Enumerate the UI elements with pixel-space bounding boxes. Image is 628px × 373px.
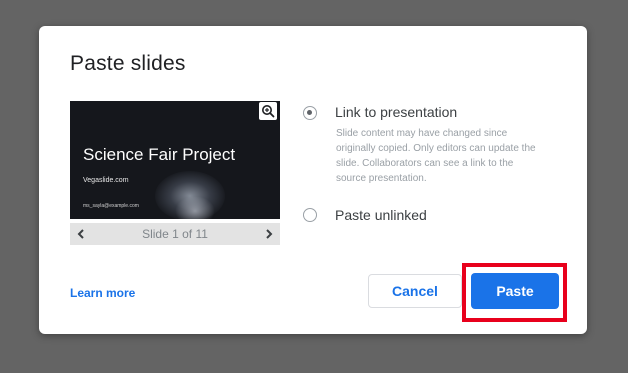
link-to-presentation-radio[interactable] [303,106,317,120]
paste-unlinked-label[interactable]: Paste unlinked [335,207,427,223]
slide-counter: Slide 1 of 11 [142,227,208,241]
paste-button[interactable]: Paste [471,273,559,309]
link-to-presentation-label[interactable]: Link to presentation [335,104,457,120]
link-to-presentation-description: Slide content may have changed since ori… [336,128,536,184]
slide-preview: Science Fair Project Vegaslide.com ms_sa… [70,101,280,219]
preview-slide-subtitle: Vegaslide.com [83,177,129,184]
paste-slides-dialog: Paste slides Science Fair Project Vegasl… [39,26,587,334]
zoom-in-button[interactable] [259,102,277,120]
preview-slide-url: ms_sayla@example.com [83,203,139,209]
preview-background-cloud-highlight [175,196,215,219]
slide-navigator: Slide 1 of 11 [70,223,280,245]
zoom-in-icon [262,105,275,118]
learn-more-link[interactable]: Learn more [70,286,135,300]
chevron-right-icon [266,229,273,239]
next-slide-button[interactable] [258,223,280,245]
paste-unlinked-radio[interactable] [303,208,317,222]
preview-slide-title: Science Fair Project [83,145,236,164]
dialog-title: Paste slides [70,52,186,75]
cancel-button[interactable]: Cancel [368,274,462,308]
